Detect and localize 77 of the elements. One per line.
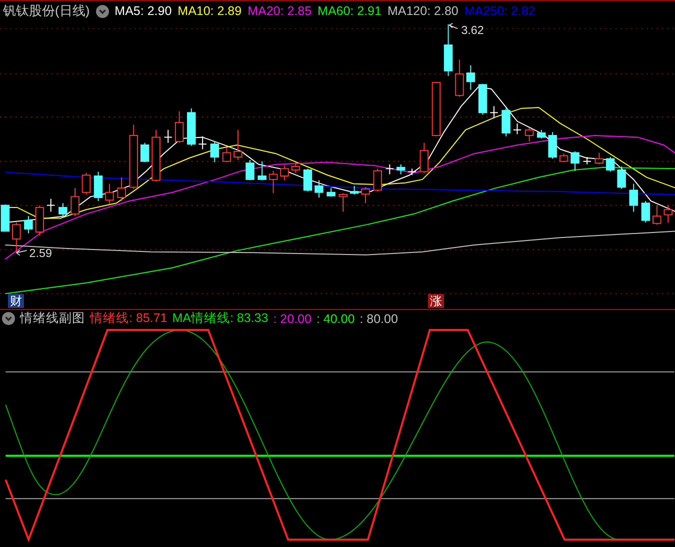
candlestick xyxy=(466,64,476,90)
candlestick xyxy=(594,152,604,165)
candlestick xyxy=(152,129,160,182)
high-price-label: 3.62 xyxy=(448,22,484,38)
candlestick xyxy=(629,183,638,212)
candlestick xyxy=(537,129,546,139)
candlestick xyxy=(268,170,278,194)
candlestick xyxy=(664,204,672,223)
candlestick xyxy=(548,132,557,160)
candlestick xyxy=(455,59,464,98)
stock-title: 钒钛股份(日线) xyxy=(3,2,90,20)
candlestick xyxy=(570,150,580,172)
moving-average-label: MA60: 2.91 xyxy=(318,4,382,18)
event-marker[interactable]: 涨 xyxy=(428,294,444,308)
candlestick xyxy=(524,127,534,142)
candlestick xyxy=(140,142,150,163)
indicator-value-label: MA情绪线: 83.33 xyxy=(172,310,268,328)
dropdown-icon[interactable] xyxy=(96,4,109,18)
candlestick xyxy=(222,146,232,163)
candlestick xyxy=(490,106,498,119)
candlestick xyxy=(94,171,103,202)
candlestick xyxy=(246,160,254,181)
candlestick xyxy=(303,168,312,192)
candlestick xyxy=(210,140,220,163)
candlestick xyxy=(617,166,626,190)
moving-average-label: MA10: 2.89 xyxy=(178,4,242,18)
candlestick xyxy=(559,153,568,163)
candlestick xyxy=(280,165,289,181)
candlestick xyxy=(512,122,522,135)
candlestick xyxy=(314,180,324,198)
indicator-value-label: : 20.00 xyxy=(273,312,312,326)
candlestick xyxy=(385,164,394,175)
candlestick xyxy=(174,110,184,144)
indicator-value-label: : 80.00 xyxy=(360,312,398,326)
candlestick xyxy=(70,188,80,217)
candlestick xyxy=(420,142,428,174)
candlestick xyxy=(291,162,300,174)
candlestick xyxy=(164,129,172,144)
candlestick xyxy=(258,160,266,181)
candlestick xyxy=(432,82,441,137)
candlestick xyxy=(606,156,615,172)
moving-average-label: MA120: 2.80 xyxy=(387,4,458,18)
candlestick xyxy=(373,168,382,192)
dropdown-icon[interactable] xyxy=(2,312,15,326)
candlestick xyxy=(338,192,348,212)
candlestick xyxy=(350,185,359,195)
candlestick xyxy=(105,183,114,205)
candlestick xyxy=(234,129,242,160)
moving-average-label: MA250: 2.82 xyxy=(464,4,536,18)
candlestick xyxy=(652,204,662,226)
candlestick xyxy=(396,164,406,175)
moving-average-label: MA5: 2.90 xyxy=(114,4,172,18)
candlestick xyxy=(444,24,453,76)
event-marker[interactable]: 财 xyxy=(8,294,24,308)
candlestick xyxy=(187,108,196,146)
candlestick xyxy=(58,202,68,217)
candlestick xyxy=(35,204,44,236)
candlestick xyxy=(361,186,370,204)
indicator-value-label: : 40.00 xyxy=(316,312,355,326)
candlestick xyxy=(502,108,510,137)
candlestick xyxy=(326,188,336,198)
candlestick xyxy=(0,204,10,232)
moving-average-label: MA20: 2.85 xyxy=(248,4,312,18)
candlestick xyxy=(117,176,126,202)
candlestick xyxy=(198,136,207,150)
candlestick xyxy=(408,168,416,176)
candlestick xyxy=(82,172,91,195)
candlestick xyxy=(12,222,21,254)
candlestick xyxy=(129,124,138,190)
indicator-value-label: 情绪线: 85.71 xyxy=(90,310,168,328)
candlestick xyxy=(46,198,56,212)
low-price-label: 2.59 xyxy=(16,246,52,260)
candlestick xyxy=(478,83,488,116)
candlestick xyxy=(582,156,592,165)
indicator-title: 情绪线副图 xyxy=(20,310,85,328)
candlestick xyxy=(24,216,33,234)
candlestick xyxy=(641,200,650,223)
